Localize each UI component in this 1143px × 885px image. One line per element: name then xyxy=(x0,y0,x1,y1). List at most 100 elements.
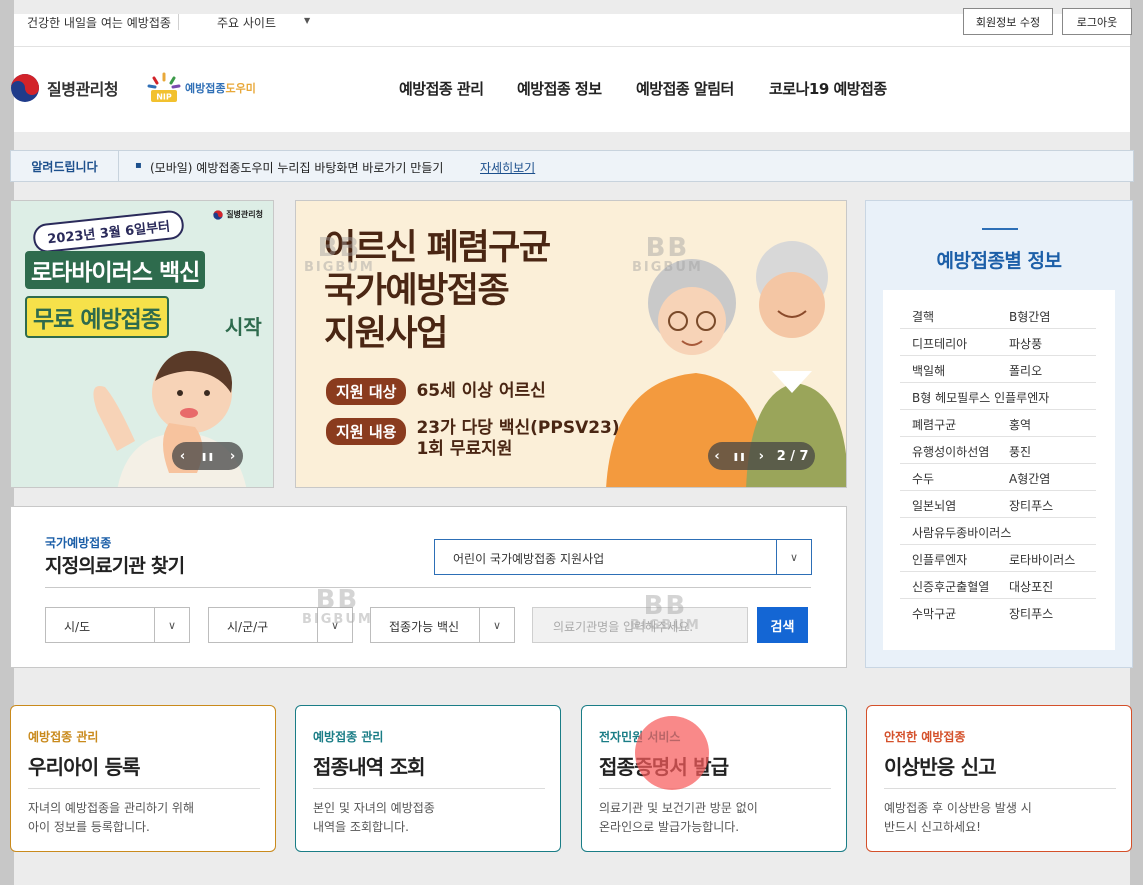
vaccine-link[interactable]: 폴리오 xyxy=(1009,362,1042,379)
caret-down-icon[interactable]: ▼ xyxy=(304,16,310,25)
support-content-row: 지원 내용 23가 다당 백신(PPSV23), 1회 무료지원 xyxy=(326,418,626,460)
nip-logo[interactable]: NIP 예방접종도우미 xyxy=(147,72,256,104)
title-accent xyxy=(982,228,1018,230)
card-category: 예방접종 관리 xyxy=(28,730,99,744)
nip-sun-icon: NIP xyxy=(147,72,181,102)
support-content-value: 23가 다당 백신(PPSV23), 1회 무료지원 xyxy=(416,418,626,460)
watermark: BB BIGBUM xyxy=(632,235,703,274)
prev-icon[interactable]: ‹ xyxy=(714,449,719,464)
watermark-small: BIGBUM xyxy=(304,260,375,275)
vaccine-link[interactable]: 유행성이하선염 xyxy=(912,443,989,460)
service-card-history-lookup[interactable]: 예방접종 관리 접종내역 조회 본인 및 자녀의 예방접종 내역을 조회합니다. xyxy=(295,705,561,852)
card-divider xyxy=(28,788,260,789)
major-sites-dropdown[interactable]: 주요 사이트 xyxy=(217,14,276,31)
divider xyxy=(178,14,179,30)
vaccine-list: 결핵 B형간염 디프테리아 파상풍 백일해 폴리오 B형 헤모필루스 인플루엔자 폐렴… xyxy=(883,290,1115,650)
service-card-certificate[interactable]: 전자민원 서비스 접종증명서 발급 의료기관 및 보건기관 방문 없이 온라인으… xyxy=(581,705,847,852)
list-item: 수두 A형간염 xyxy=(900,464,1096,491)
pause-icon[interactable]: ❚❚ xyxy=(201,452,214,461)
vaccine-link[interactable]: 풍진 xyxy=(1009,443,1031,460)
utility-bar: 건강한 내일을 여는 예방접종 주요 사이트 ▼ 회원정보 수정 로그아웃 xyxy=(0,0,1143,46)
vaccine-link[interactable]: 장티푸스 xyxy=(1009,605,1053,622)
sido-select[interactable]: 시/도 ∨ xyxy=(45,607,190,643)
card-description: 예방접종 후 이상반응 발생 시 xyxy=(884,801,1032,815)
finder-divider xyxy=(45,587,811,588)
chevron-down-icon[interactable]: ∨ xyxy=(479,608,514,642)
pause-icon[interactable]: ❚❚ xyxy=(732,452,745,461)
vaccine-link[interactable]: 대상포진 xyxy=(1009,578,1053,595)
clinic-finder: 국가예방접종 지정의료기관 찾기 어린이 국가예방접종 지원사업 ∨ 시/도 ∨… xyxy=(10,506,847,668)
card-description: 본인 및 자녀의 예방접종 xyxy=(313,801,435,815)
watermark-big: BB xyxy=(317,233,362,263)
vaccine-link[interactable]: B형간염 xyxy=(1009,308,1050,325)
rotavirus-banner[interactable]: 질병관리청 2023년 3월 6일부터 로타바이러스 백신 무료 예방접종 시작… xyxy=(10,200,274,488)
card-title: 우리아이 등록 xyxy=(28,755,141,779)
nip-name: 예방접종도우미 xyxy=(185,80,256,96)
banner-main-controls: ‹ ❚❚ › 2 / 7 xyxy=(708,442,815,470)
nav-vaccination-notice[interactable]: 예방접종 알림터 xyxy=(636,78,734,99)
logout-button[interactable]: 로그아웃 xyxy=(1062,8,1132,35)
banner-line1: 로타바이러스 백신 xyxy=(25,251,206,289)
vaccine-link[interactable]: 홍역 xyxy=(1009,416,1031,433)
vaccine-link[interactable]: 파상풍 xyxy=(1009,335,1042,352)
banner-date: 2023년 3월 6일부터 xyxy=(31,209,186,254)
finder-subtitle: 국가예방접종 xyxy=(45,536,112,550)
vaccine-link[interactable]: 신증후군출혈열 xyxy=(912,578,989,595)
chevron-down-icon[interactable]: ∨ xyxy=(154,608,189,642)
program-select-value: 어린이 국가예방접종 지원사업 xyxy=(453,552,605,566)
vaccine-select[interactable]: 접종가능 백신 ∨ xyxy=(370,607,515,643)
banner-pager: 2 / 7 xyxy=(776,448,809,464)
banner-line2: 무료 예방접종 xyxy=(25,296,169,338)
notice-label: 알려드립니다 xyxy=(11,151,119,181)
notice-detail-link[interactable]: 자세히보기 xyxy=(480,159,535,176)
nav-vaccination-management[interactable]: 예방접종 관리 xyxy=(399,78,484,99)
list-item: 일본뇌염 장티푸스 xyxy=(900,491,1096,518)
card-description: 의료기관 및 보건기관 방문 없이 xyxy=(599,801,758,815)
vaccine-link[interactable]: 수막구균 xyxy=(912,605,956,622)
vaccine-link[interactable]: 로타바이러스 xyxy=(1009,551,1075,568)
vaccine-link[interactable]: 디프테리아 xyxy=(912,335,967,352)
vaccine-link[interactable]: 사람유두종바이러스 xyxy=(912,524,1011,541)
card-description: 자녀의 예방접종을 관리하기 위해 xyxy=(28,801,195,815)
banner-kdca-mark: 질병관리청 xyxy=(213,209,263,220)
card-description: 온라인으로 발급가능합니다. xyxy=(599,820,740,834)
bullet-icon: ▪ xyxy=(135,160,142,171)
nav-vaccination-info[interactable]: 예방접종 정보 xyxy=(517,78,602,99)
nav-covid19-vaccination[interactable]: 코로나19 예방접종 xyxy=(769,78,887,99)
vaccine-link[interactable]: 백일해 xyxy=(912,362,945,379)
support-content-line1: 23가 다당 백신(PPSV23), xyxy=(416,418,627,438)
vaccine-link[interactable]: 일본뇌염 xyxy=(912,497,956,514)
next-icon[interactable]: › xyxy=(230,449,235,464)
watermark-small: BIGBUM xyxy=(302,612,373,627)
nip-name-a: 예방접종 xyxy=(185,82,226,95)
vaccine-info-title: 예방접종별 정보 xyxy=(936,250,1062,272)
list-item: 결핵 B형간염 xyxy=(900,302,1096,329)
notice-text[interactable]: (모바일) 예방접종도우미 누리집 바탕화면 바로가기 만들기 xyxy=(150,159,443,176)
kdca-logo[interactable]: 질병관리청 xyxy=(10,73,119,103)
vaccine-link[interactable]: 장티푸스 xyxy=(1009,497,1053,514)
support-target-value: 65세 이상 어르신 xyxy=(416,381,546,401)
vaccine-link[interactable]: 수두 xyxy=(912,470,934,487)
watermark-small: BIGBUM xyxy=(632,260,703,275)
service-card-register-child[interactable]: 예방접종 관리 우리아이 등록 자녀의 예방접종을 관리하기 위해 아이 정보를… xyxy=(10,705,276,852)
pneumococcal-banner[interactable]: 어르신 폐렴구균 국가예방접종 지원사업 지원 대상 65세 이상 어르신 지원… xyxy=(295,200,847,488)
vaccine-link[interactable]: B형 헤모필루스 인플루엔자 xyxy=(912,389,1049,406)
program-select[interactable]: 어린이 국가예방접종 지원사업 ∨ xyxy=(434,539,812,575)
next-icon[interactable]: › xyxy=(759,449,764,464)
vaccine-link[interactable]: 결핵 xyxy=(912,308,934,325)
chevron-down-icon[interactable]: ∨ xyxy=(776,540,811,574)
list-item: 백일해 폴리오 xyxy=(900,356,1096,383)
vaccine-link[interactable]: 인플루엔자 xyxy=(912,551,967,568)
support-content-chip: 지원 내용 xyxy=(326,418,407,445)
vaccine-link[interactable]: A형간염 xyxy=(1009,470,1050,487)
card-title: 이상반응 신고 xyxy=(884,755,997,779)
search-button[interactable]: 검색 xyxy=(757,607,808,643)
card-description: 반드시 신고하세요! xyxy=(884,820,981,834)
list-item: 사람유두종바이러스 xyxy=(900,518,1096,545)
service-card-adverse-report[interactable]: 안전한 예방접종 이상반응 신고 예방접종 후 이상반응 발생 시 반드시 신고… xyxy=(866,705,1132,852)
click-indicator xyxy=(635,716,709,790)
vaccine-link[interactable]: 폐렴구균 xyxy=(912,416,956,433)
edit-profile-button[interactable]: 회원정보 수정 xyxy=(963,8,1053,35)
card-divider xyxy=(599,788,831,789)
prev-icon[interactable]: ‹ xyxy=(180,449,185,464)
